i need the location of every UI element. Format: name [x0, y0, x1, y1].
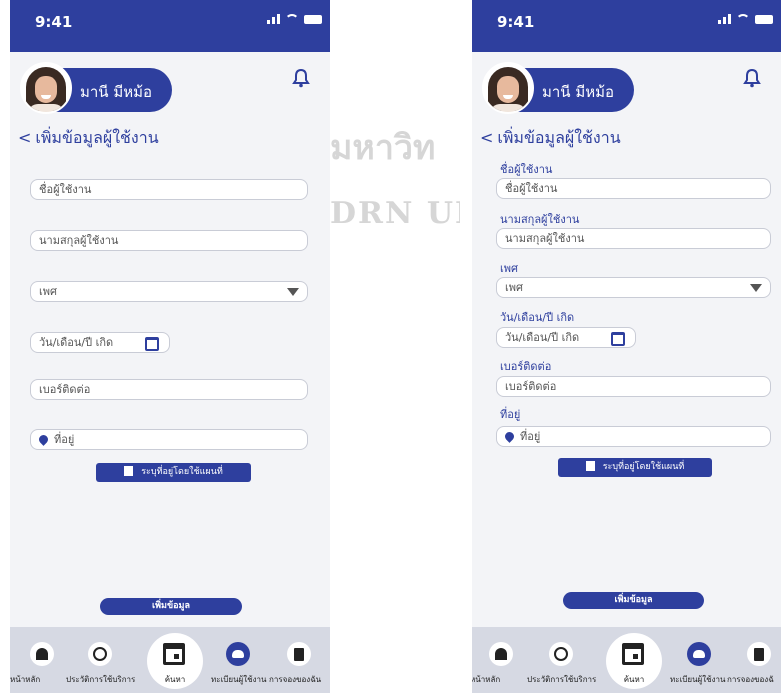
history-icon[interactable] — [549, 642, 573, 666]
back-chevron-icon[interactable]: < — [480, 128, 493, 147]
page-title[interactable]: < เพิ่มข้อมูลผู้ใช้งาน — [480, 126, 621, 151]
phone-input[interactable]: เบอร์ติดต่อ — [30, 379, 308, 400]
nav-label-register[interactable]: ทะเบียนผู้ใช้งาน — [670, 673, 725, 686]
status-icons — [718, 14, 773, 24]
dropdown-arrow-icon — [287, 288, 299, 296]
birthdate-input[interactable]: วัน/เดือน/ปี เกิด — [30, 332, 170, 353]
home-icon[interactable] — [489, 642, 513, 666]
address-placeholder: ที่อยู่ — [520, 430, 541, 443]
last-name-input[interactable]: นามสกุลผู้ใช้งาน — [496, 228, 771, 249]
address-input[interactable]: ที่อยู่ — [496, 426, 771, 447]
address-placeholder: ที่อยู่ — [54, 433, 75, 446]
battery-icon — [304, 15, 322, 24]
bottom-nav: หน้าหลัก ประวัติการใช้บริการ ค้นหา ทะเบี… — [10, 627, 330, 693]
gender-select[interactable]: เพศ — [496, 277, 771, 298]
status-icons — [267, 14, 322, 24]
nav-label-booking[interactable]: การจองของฉัน — [269, 673, 321, 686]
nav-label-search: ค้นหา — [623, 675, 645, 684]
avatar[interactable] — [20, 62, 72, 114]
first-name-label: ชื่อผู้ใช้งาน — [500, 163, 553, 176]
nav-label-register[interactable]: ทะเบียนผู้ใช้งาน — [211, 673, 266, 686]
nav-label-history[interactable]: ประวัติการใช้บริการ — [527, 673, 596, 686]
page-title-text: เพิ่มข้อมูลผู้ใช้งาน — [497, 128, 621, 147]
home-icon[interactable] — [30, 642, 54, 666]
search-button[interactable]: ค้นหา — [606, 633, 662, 689]
calendar-icon — [622, 643, 644, 665]
user-name: มานี มีหม้อ — [80, 83, 153, 101]
add-data-button[interactable]: เพิ่มข้อมูล — [100, 598, 242, 615]
phone-screen-empty-form: 9:41 มานี มีหม้อ < เพิ่มข้อมูลผู้ใช้งาน ช… — [10, 0, 330, 693]
location-pin-icon — [503, 429, 516, 443]
map-button-label: ระบุที่อยู่โดยใช้แผนที่ — [602, 462, 685, 472]
avatar[interactable] — [482, 62, 534, 114]
status-bar: 9:41 — [472, 0, 781, 52]
status-time: 9:41 — [35, 13, 73, 31]
back-chevron-icon[interactable]: < — [18, 128, 31, 147]
gender-select[interactable]: เพศ — [30, 281, 308, 302]
status-time: 9:41 — [497, 13, 535, 31]
nav-label-booking[interactable]: การจองของฉั — [727, 673, 774, 686]
dropdown-arrow-icon — [750, 284, 762, 292]
first-name-input[interactable]: ชื่อผู้ใช้งาน — [496, 178, 771, 199]
map-icon — [124, 465, 134, 476]
map-address-button[interactable]: ระบุที่อยู่โดยใช้แผนที่ — [96, 463, 251, 482]
people-icon[interactable] — [226, 642, 250, 666]
address-input[interactable]: ที่อยู่ — [30, 429, 308, 450]
document-icon[interactable] — [747, 642, 771, 666]
bell-icon[interactable] — [743, 68, 761, 88]
calendar-icon — [163, 643, 185, 665]
watermark-text: DRN UNI — [330, 196, 460, 231]
phone-label: เบอร์ติดต่อ — [500, 360, 552, 373]
people-icon[interactable] — [687, 642, 711, 666]
signal-icon — [718, 14, 731, 24]
last-name-input[interactable]: นามสกุลผู้ใช้งาน — [30, 230, 308, 251]
calendar-icon[interactable] — [611, 332, 625, 346]
bottom-nav: หน้าหลัก ประวัติการใช้บริการ ค้นหา ทะเบี… — [472, 627, 781, 693]
history-icon[interactable] — [88, 642, 112, 666]
location-pin-icon — [37, 432, 50, 446]
bell-icon[interactable] — [292, 68, 310, 88]
gender-value: เพศ — [39, 285, 57, 298]
battery-icon — [755, 15, 773, 24]
first-name-input[interactable]: ชื่อผู้ใช้งาน — [30, 179, 308, 200]
nav-label-home[interactable]: หน้าหลัก — [10, 673, 40, 686]
add-data-button[interactable]: เพิ่มข้อมูล — [563, 592, 704, 609]
nav-label-search: ค้นหา — [164, 675, 186, 684]
birthdate-placeholder: วัน/เดือน/ปี เกิด — [505, 331, 580, 344]
wifi-icon — [736, 14, 750, 24]
address-label: ที่อยู่ — [500, 408, 521, 421]
calendar-icon[interactable] — [145, 337, 159, 351]
gender-value: เพศ — [505, 281, 523, 294]
birthdate-placeholder: วัน/เดือน/ปี เกิด — [39, 336, 114, 349]
signal-icon — [267, 14, 280, 24]
gender-label: เพศ — [500, 262, 518, 275]
watermark-text: มหาวิท — [330, 128, 436, 168]
search-button[interactable]: ค้นหา — [147, 633, 203, 689]
user-name: มานี มีหม้อ — [542, 83, 615, 101]
phone-screen-labeled-form: 9:41 มานี มีหม้อ < เพิ่มข้อมูลผู้ใช้งาน ช… — [472, 0, 781, 693]
birthdate-input[interactable]: วัน/เดือน/ปี เกิด — [496, 327, 636, 348]
watermark: มหาวิท DRN UNI — [330, 0, 460, 693]
map-address-button[interactable]: ระบุที่อยู่โดยใช้แผนที่ — [558, 458, 712, 477]
wifi-icon — [285, 14, 299, 24]
page-title[interactable]: < เพิ่มข้อมูลผู้ใช้งาน — [18, 126, 159, 151]
page-title-text: เพิ่มข้อมูลผู้ใช้งาน — [35, 128, 159, 147]
map-button-label: ระบุที่อยู่โดยใช้แผนที่ — [141, 467, 223, 477]
map-icon — [585, 460, 595, 471]
birthdate-label: วัน/เดือน/ปี เกิด — [500, 311, 575, 324]
status-bar: 9:41 — [10, 0, 330, 52]
nav-label-home[interactable]: หน้าหลัก — [472, 673, 500, 686]
phone-input[interactable]: เบอร์ติดต่อ — [496, 376, 771, 397]
nav-label-history[interactable]: ประวัติการใช้บริการ — [66, 673, 135, 686]
document-icon[interactable] — [287, 642, 311, 666]
last-name-label: นามสกุลผู้ใช้งาน — [500, 213, 580, 226]
